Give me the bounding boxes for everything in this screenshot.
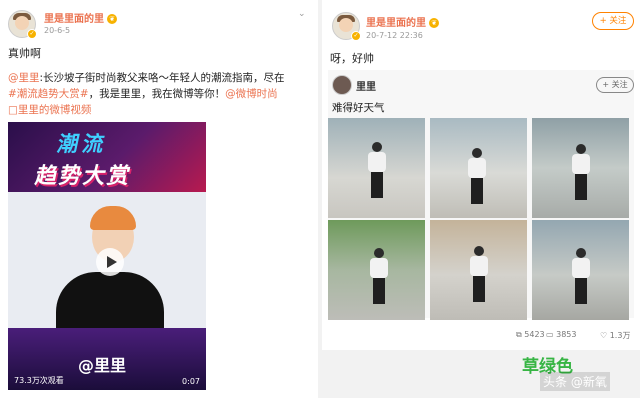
repost-text-part: :长沙坡子街时尚教父来咯～年轻人的潮流指南，尽在: [39, 72, 285, 84]
video-overlay-bottom: @里里 73.3万次观看 0:07: [8, 328, 206, 390]
repost-user-name[interactable]: 里里: [356, 78, 376, 93]
chevron-down-icon[interactable]: ⌄: [298, 9, 306, 19]
user-name-text[interactable]: 里是里面的里: [44, 14, 104, 25]
hashtag-link[interactable]: #潮流趋势大赏#: [8, 88, 89, 100]
banner-title-top: 潮流: [55, 132, 111, 156]
play-icon[interactable]: [96, 248, 124, 276]
left-post-card: ✓ 里是里面的里 ❦ 20-6-5 ⌄ 真帅啊 @里里:长沙坡子街时尚教父来咯～年…: [0, 0, 318, 398]
like-count[interactable]: ♡ 1.3万: [600, 330, 630, 341]
post-text: 真帅啊: [8, 47, 41, 60]
like-icon: ♡: [600, 331, 608, 340]
post-text: 呀，好帅: [330, 52, 374, 65]
user-name[interactable]: 里是里面的里 ❦: [366, 14, 439, 29]
photo-thumbnail[interactable]: [328, 220, 425, 320]
repost-line-1: @里里:长沙坡子街时尚教父来咯～年轻人的潮流指南，尽在: [8, 70, 285, 85]
rank-badge-icon: ❦: [429, 18, 439, 28]
reposted-content[interactable]: 里里 + 关注 难得好天气: [328, 70, 634, 320]
comment-icon: ▭: [546, 330, 554, 339]
post-date: 20-6-5: [44, 26, 71, 35]
video-link-text[interactable]: 里里的微博视频: [18, 104, 92, 116]
photo-thumbnail[interactable]: [532, 118, 629, 218]
photo-thumbnail[interactable]: [430, 220, 527, 320]
repost-text: 难得好天气: [332, 102, 385, 114]
author-mention-link[interactable]: @里里: [8, 72, 40, 84]
follow-button[interactable]: + 关注: [592, 12, 634, 30]
photo-thumbnail[interactable]: [328, 118, 425, 218]
presenter-hair: [90, 206, 136, 230]
user-name[interactable]: 里是里面的里 ❦: [44, 10, 117, 25]
video-overlay-name: @里里: [78, 356, 127, 375]
like-count-text: 1.3万: [609, 331, 631, 340]
watermark-source: 头条 @新氧: [540, 372, 610, 391]
video-duration: 0:07: [182, 377, 200, 386]
repost-icon: ⧉: [516, 330, 522, 339]
repost-line-2: #潮流趋势大赏#，我是里里，我在微博等你！@微博时尚: [8, 86, 278, 101]
comment-count[interactable]: ▭ 3853: [546, 330, 576, 339]
right-post-card: ✓ 里是里面的里 ❦ 20-7-12 22:36 + 关注 呀，好帅 里里 + 关…: [322, 0, 640, 350]
repost-user-avatar[interactable]: [332, 75, 352, 95]
mention-link[interactable]: @微博时尚: [225, 88, 278, 100]
video-link-icon: □: [8, 104, 18, 116]
repost-count-text: 5423: [524, 330, 545, 339]
user-name-text[interactable]: 里是里面的里: [366, 18, 426, 29]
banner-title-bottom: 趋势大赏: [32, 164, 135, 189]
verified-icon: ✓: [351, 31, 361, 41]
repost-follow-button[interactable]: + 关注: [596, 77, 634, 93]
video-player[interactable]: 潮流 趋势大赏 @里里 73.3万次观看 0:07: [8, 122, 206, 390]
verified-icon: ✓: [27, 29, 37, 39]
post-date: 20-7-12 22:36: [366, 31, 423, 40]
repost-text-part: ，我是里里，我在微博等你！: [88, 88, 226, 100]
photo-thumbnail[interactable]: [532, 220, 629, 320]
comment-count-text: 3853: [556, 330, 577, 339]
view-count: 73.3万次观看: [14, 376, 64, 385]
video-link[interactable]: □里里的微博视频: [8, 102, 91, 117]
video-banner: 潮流 趋势大赏: [8, 122, 206, 192]
repost-count[interactable]: ⧉ 5423: [516, 330, 545, 340]
rank-badge-icon: ❦: [107, 14, 117, 24]
photo-thumbnail[interactable]: [430, 118, 527, 218]
